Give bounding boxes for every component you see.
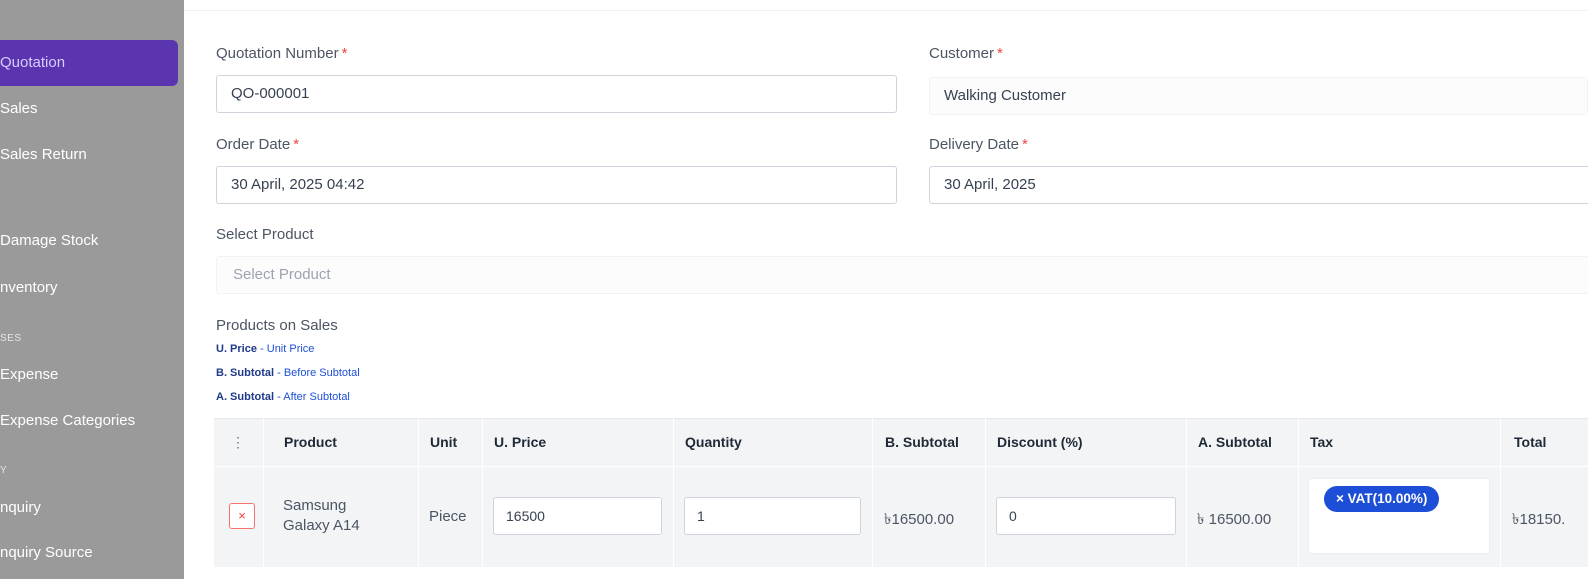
select-product-label: Select Product bbox=[216, 226, 314, 243]
label-text: Quotation Number bbox=[216, 45, 339, 62]
top-bar bbox=[184, 0, 1588, 11]
required-asterisk: * bbox=[997, 45, 1003, 62]
delivery-date-label: Delivery Date * bbox=[929, 136, 1028, 153]
remove-row-button[interactable]: × bbox=[229, 503, 255, 529]
product-name-line: Samsung bbox=[283, 497, 347, 514]
sidebar-item-sales-return[interactable]: Sales Return bbox=[0, 132, 87, 178]
column-divider bbox=[985, 418, 986, 579]
sidebar-item-label: Damage Stock bbox=[0, 232, 99, 249]
before-subtotal-value: ৳16500.00 bbox=[884, 511, 955, 528]
products-section-title: Products on Sales bbox=[216, 317, 338, 334]
unit-value: Piece bbox=[429, 508, 467, 525]
column-header-quantity: Quantity bbox=[685, 434, 742, 450]
customer-select[interactable]: Walking Customer bbox=[929, 77, 1588, 115]
legend-unit-price: U. Price - Unit Price bbox=[216, 343, 314, 355]
sidebar-item-inventory[interactable]: nventory bbox=[0, 265, 58, 311]
sidebar-item-expense[interactable]: Expense bbox=[0, 352, 58, 398]
sidebar-heading-inquiry: Y bbox=[0, 465, 8, 476]
legend-key: B. Subtotal bbox=[216, 367, 275, 379]
column-header-discount: Discount (%) bbox=[997, 434, 1083, 450]
sidebar-item-inquiry-source[interactable]: nquiry Source bbox=[0, 530, 93, 576]
sidebar-item-damage-stock[interactable]: Damage Stock bbox=[0, 218, 98, 264]
label-text: Delivery Date bbox=[929, 136, 1020, 153]
sidebar-heading-expenses: SES bbox=[0, 333, 22, 344]
sidebar-item-sales[interactable]: Sales bbox=[0, 86, 38, 132]
sidebar-item-label: nquiry bbox=[0, 499, 41, 516]
column-divider bbox=[482, 418, 483, 579]
product-name-line: Galaxy A14 bbox=[283, 517, 360, 534]
total-value: ৳18150. bbox=[1512, 511, 1566, 528]
column-divider bbox=[263, 418, 264, 579]
column-divider bbox=[418, 418, 419, 579]
legend-desc: - Before Subtotal bbox=[274, 367, 360, 379]
sidebar-item-label: Sales bbox=[0, 100, 38, 117]
legend-before-subtotal: B. Subtotal - Before Subtotal bbox=[216, 367, 360, 379]
column-header-unit-price: U. Price bbox=[494, 434, 547, 450]
legend-desc: - Unit Price bbox=[256, 343, 315, 355]
legend-after-subtotal: A. Subtotal - After Subtotal bbox=[216, 391, 350, 403]
order-date-input[interactable]: 30 April, 2025 04:42 bbox=[216, 166, 897, 204]
legend-desc: - After Subtotal bbox=[274, 391, 350, 403]
required-asterisk: * bbox=[293, 136, 300, 153]
legend-key: U. Price bbox=[216, 343, 257, 355]
product-name: Samsung Galaxy A14 bbox=[283, 496, 360, 536]
after-subtotal-value: ৳ 16500.00 bbox=[1197, 511, 1272, 528]
column-divider bbox=[872, 418, 873, 579]
sidebar-item-label: nventory bbox=[0, 279, 58, 296]
sidebar-item-label: Quotation bbox=[0, 54, 66, 71]
row-menu-icon[interactable]: ⋮ bbox=[231, 418, 245, 466]
column-divider bbox=[1186, 418, 1187, 579]
unit-price-input[interactable]: 16500 bbox=[493, 497, 662, 535]
customer-label: Customer * bbox=[929, 45, 1003, 62]
column-divider bbox=[1298, 418, 1299, 579]
select-product-dropdown[interactable]: Select Product bbox=[216, 256, 1588, 294]
column-header-tax: Tax bbox=[1310, 434, 1334, 450]
column-header-unit: Unit bbox=[430, 434, 458, 450]
order-date-label: Order Date * bbox=[216, 136, 299, 153]
sidebar-item-label: Expense Categories bbox=[0, 412, 136, 429]
column-divider bbox=[673, 418, 674, 579]
sidebar-item-quotation[interactable]: Quotation bbox=[0, 40, 178, 86]
tax-chip-vat[interactable]: × VAT(10.00%) bbox=[1324, 486, 1440, 512]
sidebar-item-expense-categories[interactable]: Expense Categories bbox=[0, 398, 135, 444]
column-header-product: Product bbox=[284, 434, 337, 450]
quotation-number-input[interactable]: QO-000001 bbox=[216, 75, 897, 113]
sidebar: Quotation Sales Sales Return Damage Stoc… bbox=[0, 0, 184, 579]
required-asterisk: * bbox=[1022, 136, 1028, 153]
label-text: Customer bbox=[929, 45, 995, 62]
discount-input[interactable]: 0 bbox=[996, 497, 1176, 535]
quotation-number-label: Quotation Number * bbox=[216, 45, 347, 62]
column-header-after-subtotal: A. Subtotal bbox=[1198, 434, 1272, 450]
required-asterisk: * bbox=[341, 45, 348, 62]
sidebar-item-label: Expense bbox=[0, 366, 59, 383]
column-divider bbox=[1500, 418, 1501, 579]
quantity-input[interactable]: 1 bbox=[684, 497, 861, 535]
sidebar-item-label: nquiry Source bbox=[0, 544, 93, 561]
column-header-total: Total bbox=[1514, 434, 1547, 450]
sidebar-item-label: Sales Return bbox=[0, 146, 87, 163]
sidebar-item-inquiry[interactable]: nquiry bbox=[0, 485, 41, 531]
column-header-before-subtotal: B. Subtotal bbox=[885, 434, 959, 450]
delivery-date-input[interactable]: 30 April, 2025 bbox=[929, 166, 1588, 204]
label-text: Order Date bbox=[216, 136, 291, 153]
legend-key: A. Subtotal bbox=[216, 391, 275, 403]
